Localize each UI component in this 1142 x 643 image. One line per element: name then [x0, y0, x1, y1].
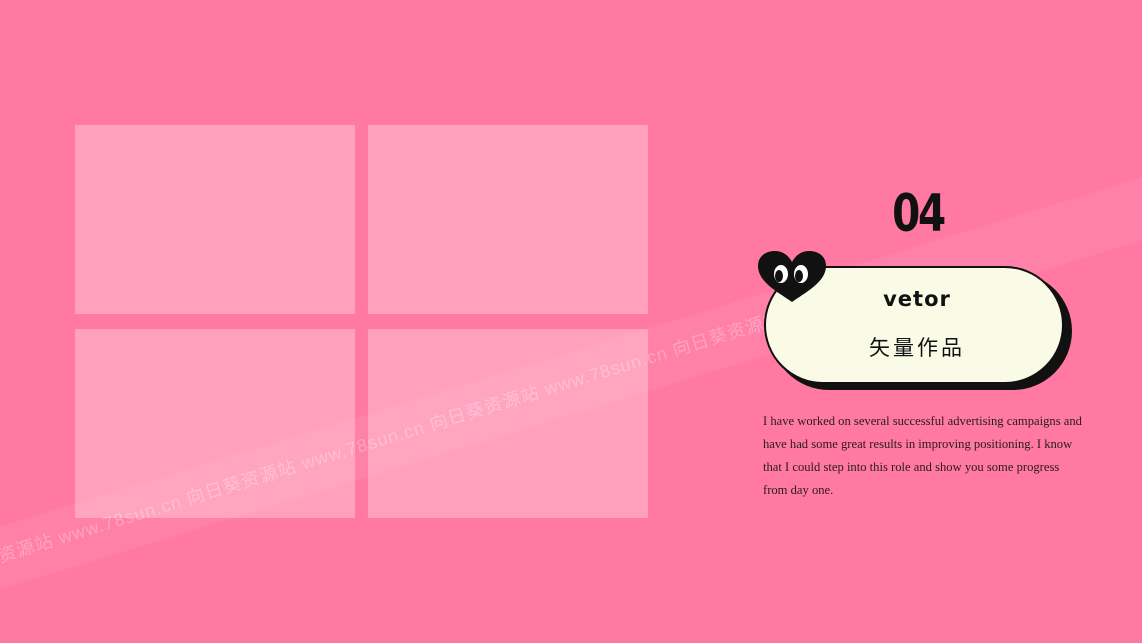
photo-placeholder-1	[75, 125, 355, 314]
heart-eyes-icon	[758, 251, 826, 302]
section-number: 04	[892, 184, 946, 244]
description-text: I have worked on several successful adve…	[763, 414, 1082, 497]
photo-placeholder-2	[368, 125, 648, 314]
card-subtitle: 矢量作品	[869, 336, 965, 360]
